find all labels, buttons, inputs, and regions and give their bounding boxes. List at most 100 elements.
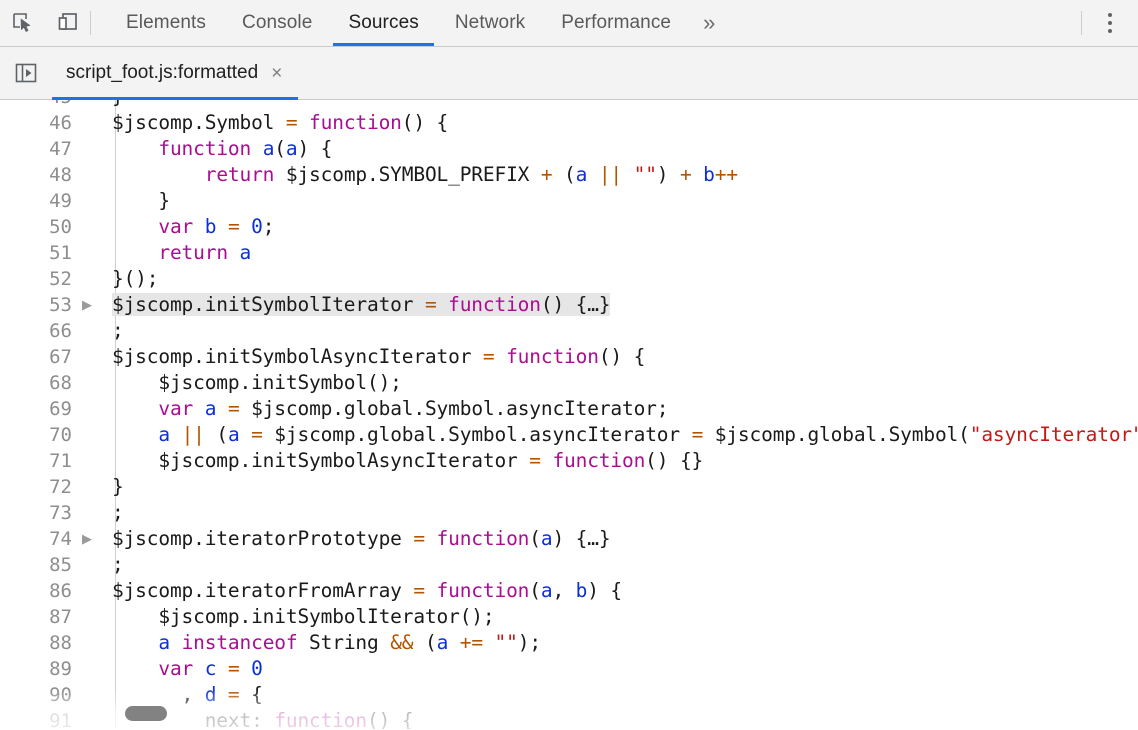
code-token: = [529, 449, 541, 472]
code-token: () { [599, 345, 645, 368]
code-token: "" [495, 631, 518, 654]
show-navigator-icon[interactable] [0, 47, 52, 99]
code-line-85[interactable]: 85; [0, 552, 1138, 578]
tab-console-label: Console [242, 12, 312, 34]
code-line-90[interactable]: 90 , d = { [0, 682, 1138, 708]
code-line-68[interactable]: 68 $jscomp.initSymbol(); [0, 370, 1138, 396]
code-text: , d = { [102, 682, 1138, 708]
line-number[interactable]: 73 [0, 502, 72, 524]
tab-performance[interactable]: Performance [543, 0, 689, 46]
code-line-53[interactable]: 53▶$jscomp.initSymbolIterator = function… [0, 292, 1138, 318]
line-number[interactable]: 50 [0, 216, 72, 238]
code-token [170, 423, 182, 446]
code-line-67[interactable]: 67$jscomp.initSymbolAsyncIterator = func… [0, 344, 1138, 370]
code-line-89[interactable]: 89 var c = 0 [0, 656, 1138, 682]
code-line-49[interactable]: 49 } [0, 188, 1138, 214]
line-number[interactable]: 66 [0, 320, 72, 342]
code-line-73[interactable]: 73; [0, 500, 1138, 526]
inspect-element-icon[interactable] [0, 0, 45, 46]
code-token: }(); [112, 267, 158, 290]
code-token: + [541, 163, 553, 186]
close-icon[interactable]: × [271, 64, 282, 83]
code-token: ; [112, 319, 124, 342]
line-number[interactable]: 87 [0, 606, 72, 628]
line-number[interactable]: 69 [0, 398, 72, 420]
line-number[interactable]: 51 [0, 242, 72, 264]
code-token: } [112, 100, 124, 108]
line-number[interactable]: 85 [0, 554, 72, 576]
line-number[interactable]: 71 [0, 450, 72, 472]
code-token: $jscomp.iteratorPrototype [112, 527, 413, 550]
file-tab-script-foot-js[interactable]: script_foot.js:formatted × [52, 47, 298, 99]
code-token: ) { [297, 137, 332, 160]
code-line-45[interactable]: 45} [0, 100, 1138, 110]
code-text: ; [102, 500, 1138, 526]
tab-network[interactable]: Network [437, 0, 543, 46]
code-line-70[interactable]: 70 a || (a = $jscomp.global.Symbol.async… [0, 422, 1138, 448]
line-number[interactable]: 89 [0, 658, 72, 680]
code-token: = [413, 579, 425, 602]
horizontal-scrollbar-thumb[interactable] [125, 706, 167, 721]
source-code-editor[interactable]: 45}46$jscomp.Symbol = function() {47 fun… [0, 100, 1138, 729]
line-number[interactable]: 45 [0, 100, 72, 108]
code-token: $jscomp.SYMBOL_PREFIX [274, 163, 541, 186]
code-line-46[interactable]: 46$jscomp.Symbol = function() { [0, 110, 1138, 136]
code-token: a [158, 423, 170, 446]
code-token: || [599, 163, 622, 186]
code-line-74[interactable]: 74▶$jscomp.iteratorPrototype = function(… [0, 526, 1138, 552]
code-line-86[interactable]: 86 $jscomp.iteratorFromArray = function(a… [0, 578, 1138, 604]
more-tabs-chevron-icon[interactable]: » [689, 0, 729, 46]
code-line-52[interactable]: 52 }(); [0, 266, 1138, 292]
code-text: $jscomp.initSymbol(); [102, 370, 1138, 396]
line-number[interactable]: 70 [0, 424, 72, 446]
fold-expand-icon[interactable]: ▶ [72, 531, 102, 547]
code-token [228, 241, 240, 264]
code-token: || [182, 423, 205, 446]
line-number[interactable]: 48 [0, 164, 72, 186]
line-number[interactable]: 68 [0, 372, 72, 394]
line-number[interactable]: 90 [0, 684, 72, 706]
line-number[interactable]: 49 [0, 190, 72, 212]
code-token: b [703, 163, 715, 186]
line-number[interactable]: 74 [0, 528, 72, 550]
kebab-menu-icon[interactable] [1082, 0, 1138, 46]
line-number[interactable]: 52 [0, 268, 72, 290]
tab-sources[interactable]: Sources [330, 0, 436, 46]
code-token: + [680, 163, 692, 186]
line-number[interactable]: 72 [0, 476, 72, 498]
code-text: var c = 0 [102, 656, 1138, 682]
code-token: a [437, 631, 449, 654]
line-number[interactable]: 91 [0, 710, 72, 729]
code-line-51[interactable]: 51 return a [0, 240, 1138, 266]
device-toolbar-icon[interactable] [45, 0, 90, 46]
line-number[interactable]: 67 [0, 346, 72, 368]
line-number[interactable]: 53 [0, 294, 72, 316]
code-token: ++ [715, 163, 738, 186]
code-line-50[interactable]: 50 var b = 0; [0, 214, 1138, 240]
tab-console[interactable]: Console [224, 0, 330, 46]
code-line-72[interactable]: 72} [0, 474, 1138, 500]
code-text: ; [102, 552, 1138, 578]
code-token: ) [657, 163, 680, 186]
device-toolbar-glyph [56, 11, 80, 35]
tab-performance-label: Performance [561, 12, 671, 34]
line-number[interactable]: 88 [0, 632, 72, 654]
code-text: $jscomp.iteratorFromArray = function(a, … [102, 578, 1138, 604]
code-line-69[interactable]: 69 var a = $jscomp.global.Symbol.asyncIt… [0, 396, 1138, 422]
line-number[interactable]: 46 [0, 112, 72, 134]
line-number[interactable]: 86 [0, 580, 72, 602]
code-token: ); [518, 631, 541, 654]
tab-elements[interactable]: Elements [108, 0, 224, 46]
code-line-91[interactable]: 91 next: function() { [0, 708, 1138, 729]
code-line-66[interactable]: 66; [0, 318, 1138, 344]
file-tab-label: script_foot.js:formatted [66, 62, 258, 84]
code-line-87[interactable]: 87 $jscomp.initSymbolIterator(); [0, 604, 1138, 630]
code-token: a [541, 527, 553, 550]
code-line-88[interactable]: 88 a instanceof String && (a += ""); [0, 630, 1138, 656]
code-line-71[interactable]: 71 $jscomp.initSymbolAsyncIterator = fun… [0, 448, 1138, 474]
code-line-47[interactable]: 47 function a(a) { [0, 136, 1138, 162]
line-number[interactable]: 47 [0, 138, 72, 160]
fold-expand-icon[interactable]: ▶ [72, 297, 102, 313]
code-line-48[interactable]: 48 return $jscomp.SYMBOL_PREFIX + (a || … [0, 162, 1138, 188]
code-token: var [158, 215, 193, 238]
